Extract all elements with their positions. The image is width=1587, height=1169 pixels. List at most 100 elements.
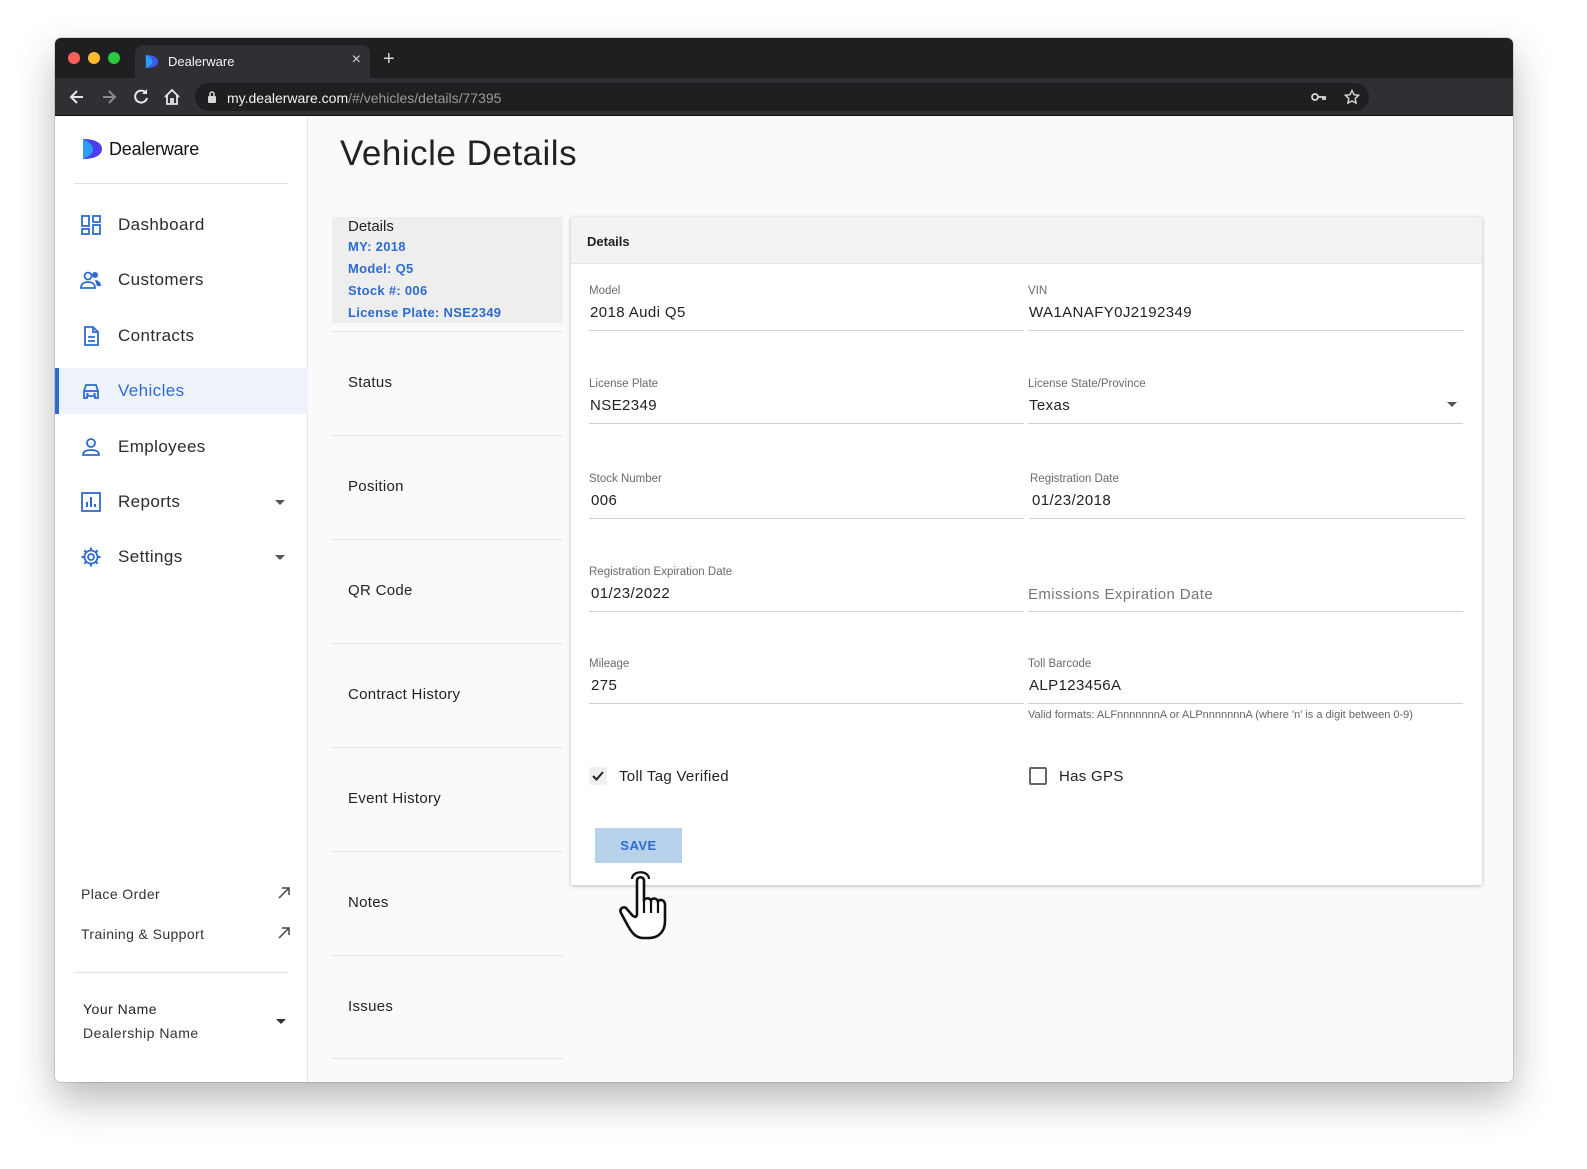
registration-expiration-value[interactable]: 01/23/2022 [591,585,670,602]
license-state-value[interactable]: Texas [1029,397,1070,414]
subnav-label: Contract History [348,686,461,703]
subnav-label: QR Code [348,582,413,599]
license-state-select[interactable]: License State/Province Texas [1028,378,1463,424]
gear-icon [81,547,101,567]
home-icon[interactable] [162,87,182,107]
logo-text: Dealerware [109,138,200,159]
stock-number-field[interactable]: Stock Number 006 [589,473,1024,519]
sidebar-item-employees[interactable]: Employees [55,424,308,470]
sidebar-divider [74,183,288,184]
checkbox-checked-icon[interactable] [589,767,607,785]
document-icon [84,326,99,346]
external-arrow-icon [278,887,290,899]
place-order-label: Place Order [81,886,161,902]
vin-field[interactable]: VIN WA1ANAFY0J2192349 [1028,285,1463,331]
sidebar-item-label: Contracts [118,326,195,345]
sidebar: Dealerware Dashboard Customers Contracts… [55,116,308,1082]
subnav-details-model: Model: Q5 [348,261,414,276]
subnav-label: Event History [348,790,442,807]
dealership-name[interactable]: Dealership Name [83,1025,199,1041]
url-host: my.dealerware.com [227,90,349,106]
license-plate-field[interactable]: License Plate NSE2349 [589,378,1024,424]
sidebar-item-contracts[interactable]: Contracts [55,313,308,359]
training-support-label: Training & Support [81,926,205,942]
training-support-link[interactable]: Training & Support [81,926,291,942]
chevron-down-icon[interactable] [275,499,285,505]
forward-arrow-icon[interactable] [99,87,119,107]
license-plate-label: License Plate [589,378,659,390]
reload-icon[interactable] [131,87,151,107]
address-bar[interactable]: my.dealerware.com/#/vehicles/details/773… [195,83,1369,111]
logo[interactable]: Dealerware [81,138,199,160]
user-menu-caret-icon[interactable] [276,1019,286,1024]
subnav-label: Issues [348,998,394,1015]
subnav-item-status[interactable]: Status [332,331,563,435]
checkbox-unchecked-icon[interactable] [1029,767,1047,785]
sidebar-item-vehicles[interactable]: Vehicles [55,368,308,414]
toll-barcode-field[interactable]: Toll Barcode ALP123456A [1028,658,1463,704]
browser-tab-bar: Dealerware × + [55,38,1513,78]
sidebar-item-dashboard[interactable]: Dashboard [55,202,308,248]
sidebar-item-reports[interactable]: Reports [55,479,308,525]
back-arrow-icon[interactable] [67,87,87,107]
sidebar-item-customers[interactable]: Customers [55,257,308,303]
registration-date-field[interactable]: Registration Date 01/23/2018 [1030,473,1465,519]
subnav-item-qr-code[interactable]: QR Code [332,539,563,643]
new-tab-button[interactable]: + [383,48,395,71]
chevron-down-icon[interactable] [275,554,285,560]
toll-tag-verified-checkbox[interactable]: Toll Tag Verified [589,767,729,785]
sidebar-item-label: Settings [118,547,183,566]
sidebar-divider [74,972,288,973]
bookmark-star-icon[interactable] [1344,89,1360,105]
chevron-down-icon[interactable] [1447,402,1457,407]
url-text: my.dealerware.com/#/vehicles/details/773… [227,90,501,106]
close-window-button[interactable] [68,52,80,64]
vin-value[interactable]: WA1ANAFY0J2192349 [1029,304,1192,321]
license-plate-value[interactable]: NSE2349 [590,397,657,414]
details-card-title: Details [587,234,630,249]
place-order-link[interactable]: Place Order [81,886,291,902]
registration-date-value[interactable]: 01/23/2018 [1032,492,1111,509]
tab-title: Dealerware [168,54,235,69]
tab-close-icon[interactable]: × [352,51,361,69]
subnav-item-position[interactable]: Position [332,435,563,539]
subnav-label: Notes [348,894,389,911]
registration-date-label: Registration Date [1030,473,1119,485]
subnav-item-event-history[interactable]: Event History [332,747,563,851]
browser-tab[interactable]: Dealerware × [135,45,370,78]
registration-expiration-label: Registration Expiration Date [589,566,733,578]
user-name[interactable]: Your Name [83,1001,157,1017]
model-value[interactable]: 2018 Audi Q5 [590,304,686,321]
key-icon[interactable] [1311,91,1327,103]
mileage-field[interactable]: Mileage 275 [589,658,1024,704]
vin-label: VIN [1028,285,1048,297]
details-card: Details Model 2018 Audi Q5 VIN WA1ANAFY0… [571,217,1482,885]
mileage-value[interactable]: 275 [591,677,617,694]
emissions-expiration-field[interactable]: Emissions Expiration Date [1028,566,1463,612]
sidebar-item-settings[interactable]: Settings [55,534,308,580]
toll-barcode-value[interactable]: ALP123456A [1029,677,1121,694]
registration-expiration-field[interactable]: Registration Expiration Date 01/23/2022 [589,566,1024,612]
sidebar-item-label: Vehicles [118,381,185,400]
has-gps-checkbox[interactable]: Has GPS [1029,767,1124,785]
save-button[interactable]: SAVE [595,828,682,863]
maximize-window-button[interactable] [108,52,120,64]
subnav-item-issues[interactable]: Issues [332,955,563,1059]
minimize-window-button[interactable] [88,52,100,64]
url-path: /#/vehicles/details/77395 [348,90,502,106]
subnav-item-notes[interactable]: Notes [332,851,563,955]
dealerware-favicon-icon [145,54,159,69]
stock-number-label: Stock Number [589,473,662,485]
stock-number-value[interactable]: 006 [591,492,617,509]
car-icon [83,384,99,399]
subnav-details-year: MY: 2018 [348,239,406,254]
subnav-label: Status [348,374,393,391]
subnav-item-details[interactable]: Details MY: 2018 Model: Q5 Stock #: 006 … [332,217,563,323]
model-field[interactable]: Model 2018 Audi Q5 [589,285,1024,331]
browser-window: Dealerware × + my.dealerware.com/#/vehic… [55,38,1513,1082]
bar-chart-icon [81,492,101,512]
has-gps-label: Has GPS [1059,767,1124,785]
subnav-item-contract-history[interactable]: Contract History [332,643,563,747]
subnav-details-plate: License Plate: NSE2349 [348,305,502,320]
sidebar-item-label: Reports [118,492,181,511]
